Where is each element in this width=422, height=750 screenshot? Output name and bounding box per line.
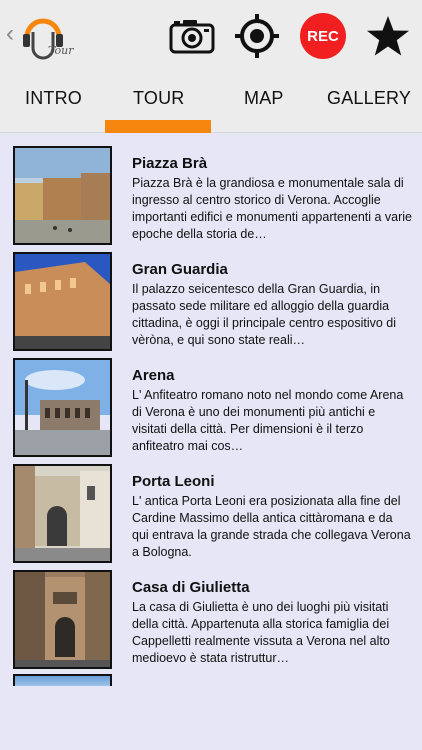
target-icon[interactable]: [233, 12, 281, 60]
tour-list[interactable]: Piazza Brà Piazza Brà è la grandiosa e m…: [0, 134, 422, 750]
item-title: Arena: [132, 367, 175, 384]
item-title: Gran Guardia: [132, 261, 228, 278]
tab-intro[interactable]: INTRO: [25, 88, 82, 109]
list-item[interactable]: Porta Leoni L' antica Porta Leoni era po…: [0, 452, 422, 563]
list-item[interactable]: Gran Guardia Il palazzo seicentesco dell…: [0, 240, 422, 351]
thumbnail-next-partial: [13, 674, 112, 686]
list-item[interactable]: Piazza Brà Piazza Brà è la grandiosa e m…: [0, 134, 422, 245]
rec-button[interactable]: REC: [298, 12, 348, 60]
camera-icon[interactable]: [168, 12, 216, 60]
item-description: L' antica Porta Leoni era posizionata al…: [132, 494, 411, 559]
top-bar: ‹ Tour REC: [0, 0, 422, 72]
thumbnail-casa-di-giulietta: [13, 570, 112, 669]
thumbnail-arena: [13, 358, 112, 457]
item-description: L' Anfiteatro romano noto nel mondo come…: [132, 388, 404, 453]
list-item[interactable]: Casa di Giulietta La casa di Giulietta è…: [0, 558, 422, 669]
tab-gallery[interactable]: GALLERY: [327, 88, 411, 109]
tab-bar: INTRO TOUR MAP GALLERY: [0, 72, 422, 133]
logo-text: Tour: [48, 44, 74, 57]
list-item[interactable]: Arena L' Anfiteatro romano noto nel mond…: [0, 346, 422, 457]
active-tab-indicator: [105, 120, 211, 133]
item-title: Casa di Giulietta: [132, 579, 250, 596]
thumbnail-porta-leoni: [13, 464, 112, 563]
thumbnail-gran-guardia: [13, 252, 112, 351]
item-description: La casa di Giulietta è uno dei luoghi pi…: [132, 600, 390, 665]
item-description: Il palazzo seicentesco della Gran Guardi…: [132, 282, 397, 347]
item-description: Piazza Brà è la grandiosa e monumentale …: [132, 176, 412, 241]
tab-tour[interactable]: TOUR: [133, 88, 184, 109]
thumbnail-piazza-bra: [13, 146, 112, 245]
item-title: Piazza Brà: [132, 155, 208, 172]
tab-map[interactable]: MAP: [244, 88, 284, 109]
star-icon[interactable]: [364, 12, 412, 60]
item-title: Porta Leoni: [132, 473, 215, 490]
rec-label: REC: [300, 13, 346, 59]
